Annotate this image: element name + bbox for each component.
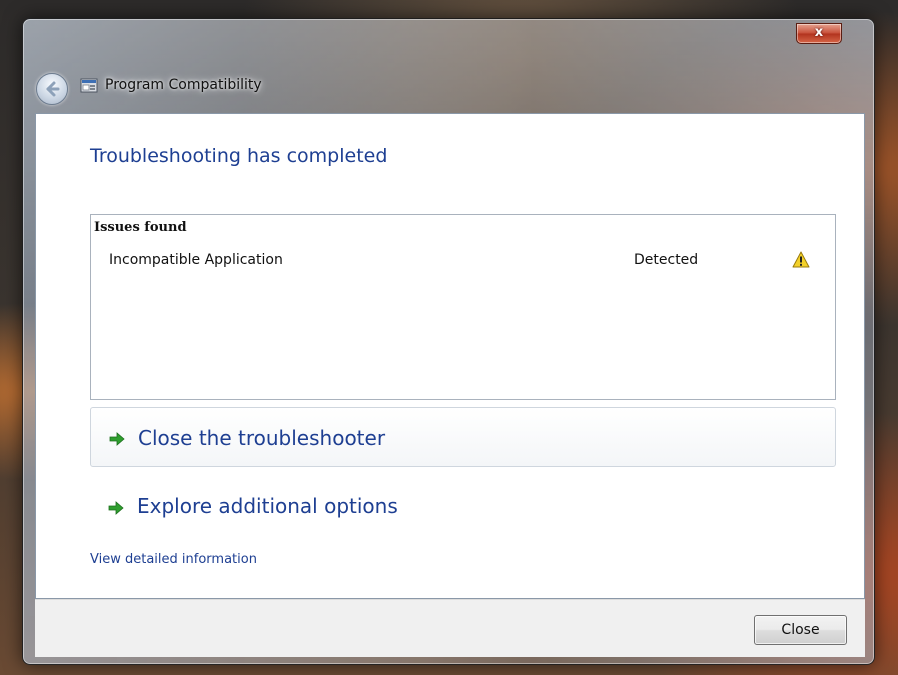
back-arrow-icon <box>46 81 60 97</box>
window-close-button[interactable]: x <box>796 23 842 44</box>
issue-name: Incompatible Application <box>109 252 283 268</box>
green-arrow-icon <box>109 432 125 446</box>
explore-options-option[interactable]: Explore additional options <box>90 478 836 536</box>
program-compatibility-icon <box>80 78 98 93</box>
issue-status: Detected <box>634 252 699 268</box>
back-button[interactable] <box>36 73 68 105</box>
issues-list <box>90 214 836 400</box>
view-detailed-information-link[interactable]: View detailed information <box>90 552 257 567</box>
page-heading: Troubleshooting has completed <box>90 145 388 167</box>
window-title: Program Compatibility <box>105 77 262 93</box>
close-troubleshooter-option[interactable]: Close the troubleshooter <box>90 407 836 467</box>
green-arrow-icon <box>108 501 124 515</box>
option-label: Close the troubleshooter <box>138 426 386 450</box>
close-button[interactable]: Close <box>754 615 847 645</box>
option-label: Explore additional options <box>137 494 398 518</box>
warning-icon <box>792 251 810 268</box>
footer-bar <box>35 599 865 657</box>
issues-found-header: Issues found <box>94 220 187 235</box>
